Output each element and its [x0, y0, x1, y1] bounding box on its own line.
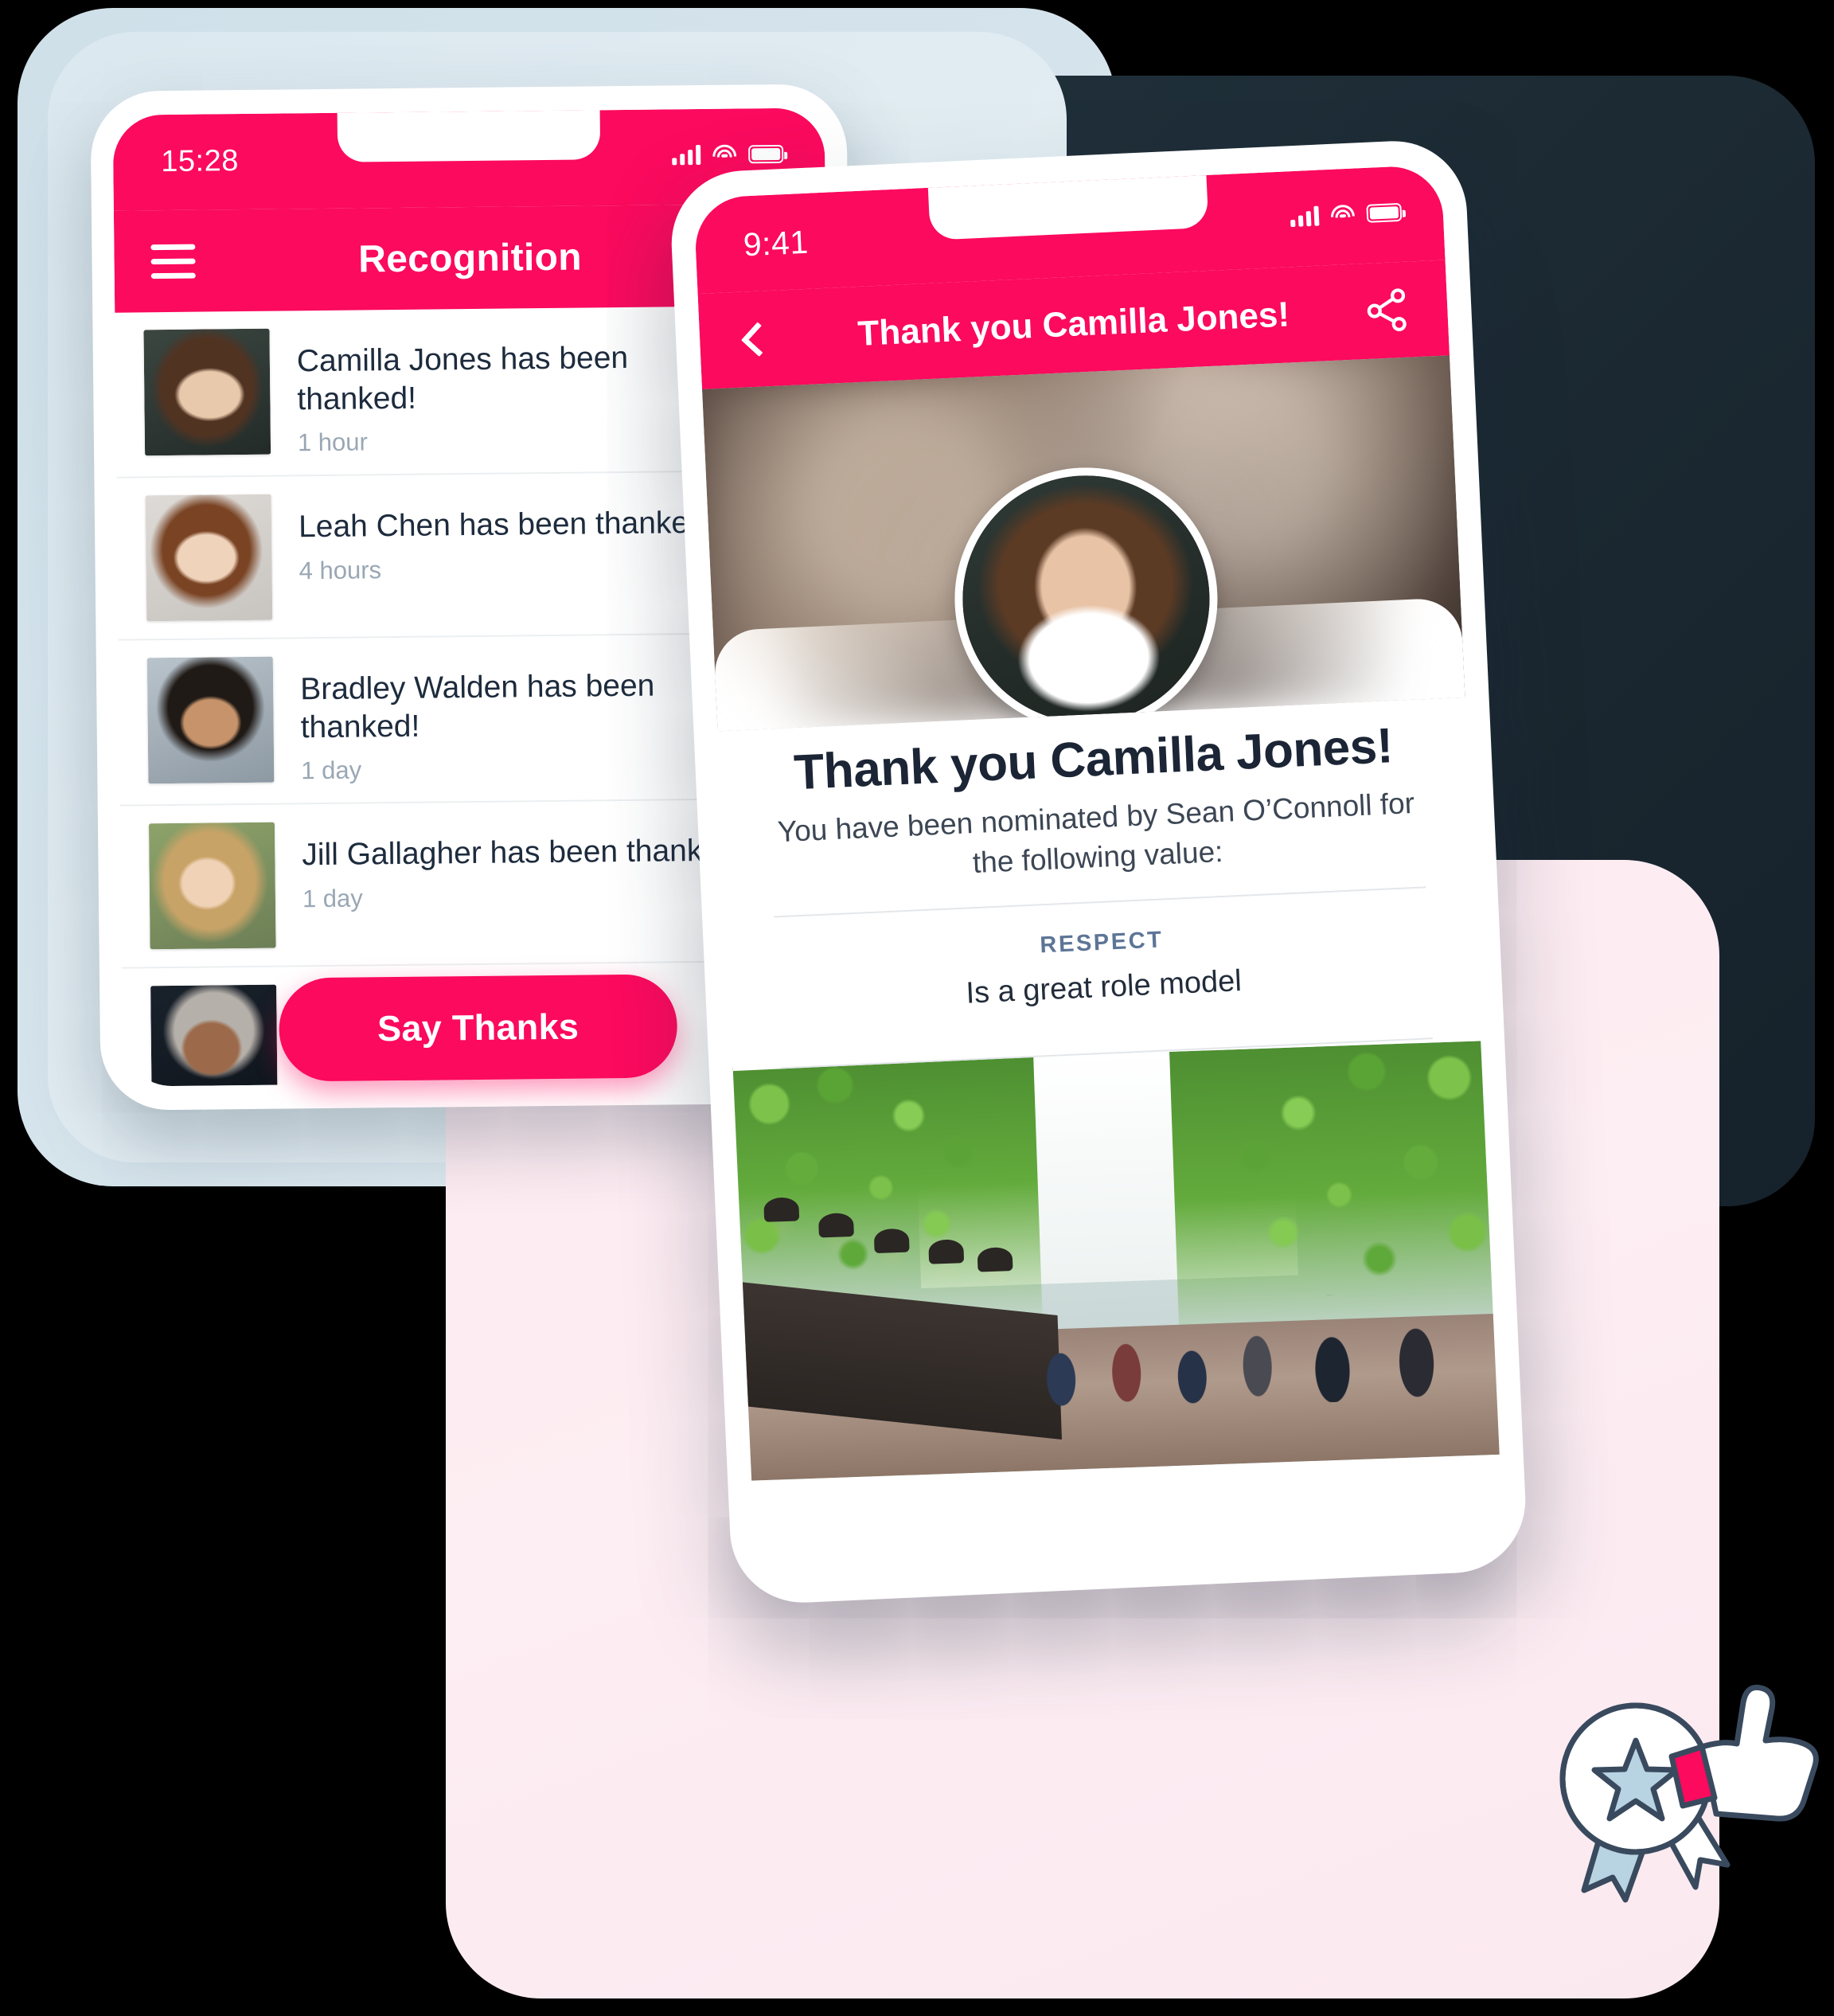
list-item-text: Leah Chen has been thanked! 4 hours	[299, 490, 716, 585]
left-status-clock: 15:28	[161, 144, 240, 179]
signal-bars-icon	[672, 144, 701, 166]
list-item-timestamp: 1 day	[301, 756, 362, 785]
camilla-jones-avatar	[143, 328, 271, 456]
right-phone-notch	[927, 174, 1209, 240]
hero-background	[701, 355, 1465, 732]
leah-chen-avatar	[145, 494, 273, 622]
wifi-icon	[1329, 204, 1356, 225]
list-item-timestamp: 4 hours	[299, 555, 382, 585]
back-chevron-icon[interactable]	[737, 325, 766, 354]
right-status-icons	[1290, 201, 1403, 228]
recognition-detail-card: Thank you Camilla Jones! You have been n…	[717, 697, 1481, 1071]
list-item-title: Camilla Jones has been thanked!	[296, 340, 629, 416]
hamburger-menu-icon[interactable]	[150, 235, 196, 287]
recognition-subtitle: You have been nominated by Sean O’Connol…	[776, 787, 1415, 880]
say-thanks-button[interactable]: Say Thanks	[278, 974, 678, 1082]
wifi-icon	[712, 144, 737, 164]
photo-pendant-lamps	[751, 1163, 1056, 1298]
tony-answari-avatar	[150, 984, 278, 1087]
list-item-title: Leah Chen has been thanked!	[298, 505, 715, 545]
detail-page-title: Thank you Camilla Jones!	[857, 295, 1291, 354]
list-item-timestamp: 1 day	[302, 884, 363, 913]
battery-icon	[748, 144, 784, 163]
right-phone-screen: 9:41 Thank you Camilla Jones! Thank you …	[693, 164, 1504, 1580]
list-item-title: Jill Gallagher has been thanked!	[302, 833, 746, 873]
left-phone-notch	[337, 110, 601, 162]
avatar	[949, 462, 1223, 732]
list-item-text: Camilla Jones has been thanked! 1 hour	[296, 324, 680, 457]
battery-icon	[1366, 202, 1403, 223]
list-item-title: Bradley Walden has been thanked!	[299, 668, 655, 745]
photo-crowd	[1012, 1289, 1484, 1413]
avatar-photo	[957, 470, 1216, 729]
jill-gallagher-avatar	[148, 822, 276, 950]
right-phone-mockup: 9:41 Thank you Camilla Jones! Thank you …	[668, 138, 1529, 1606]
market-hall-photo	[732, 1040, 1500, 1481]
right-status-clock: 9:41	[742, 223, 810, 264]
list-item-text: Bradley Walden has been thanked! 1 day	[300, 652, 684, 785]
list-item-timestamp: 1 hour	[297, 428, 369, 457]
share-icon[interactable]	[1364, 287, 1411, 334]
award-ribbon-thumbs-up-icon	[1559, 1684, 1819, 1903]
list-item-timestamp: 2 days	[304, 1081, 686, 1087]
bradley-walden-avatar	[146, 656, 275, 784]
list-item-text: Jill Gallagher has been thanked! 1 day	[302, 818, 746, 913]
signal-bars-icon	[1290, 205, 1320, 228]
left-status-icons	[672, 143, 784, 166]
